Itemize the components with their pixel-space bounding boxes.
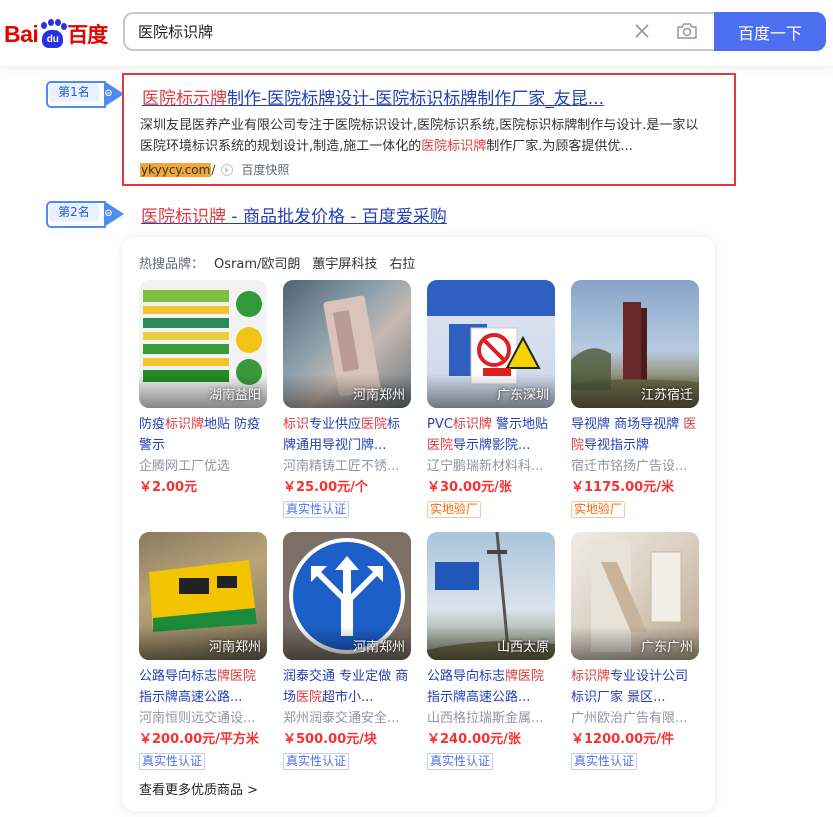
product-name[interactable]: 润泰交通 专业定做 商场医院超市小... [283,666,411,708]
search-button[interactable]: 百度一下 [714,12,826,51]
product-name[interactable]: 标识牌专业设计公司 标识厂家 景区... [571,666,699,708]
product-item[interactable]: 山西太原 公路导向标志牌医院指示牌高速公路... 山西格拉瑞斯金属... ￥24… [427,532,555,770]
product-name[interactable]: 导视牌 商场导视牌 医院导视指示牌 [571,414,699,456]
product-price: ￥1200.00元/件 [571,732,674,747]
result-title-link[interactable]: 医院标识牌 - 商品批发价格 - 百度爱采购 [141,202,447,227]
verify-badge: 真实性认证 [283,753,350,770]
product-item[interactable]: 江苏宿迁 导视牌 商场导视牌 医院导视指示牌 宿迁市铭扬广告设... ￥1175… [571,280,699,518]
product-price: ￥1175.00元/米 [571,480,674,495]
search-header: Bai du 百度 百度一下 [0,0,833,66]
product-price: ￥200.00元/平方米 [139,732,259,747]
product-shop: 河南恒则远交通设... [139,711,256,726]
rank-badge-2: 第2名 ⊝ [46,201,124,228]
hot-brands: 热搜品牌： Osram/欧司朗 蕙宇屏科技 右拉 [139,257,416,272]
baidu-logo[interactable]: Bai du 百度 [4,14,108,54]
brand-link[interactable]: 蕙宇屏科技 [312,257,377,272]
kuaizhao-icon [221,163,234,176]
product-item[interactable]: 河南郑州 公路导向标志牌医院指示牌高速公路... 河南恒则远交通设... ￥20… [139,532,267,770]
factory-badge: 实地验厂 [427,501,482,518]
result-abstract: 深圳友昆医养产业有限公司专注于医院标识设计,医院标识系统,医院标识标牌制作与设计… [140,118,699,154]
rank-label: 第2名 [49,203,99,222]
product-name[interactable]: 标识专业供应医院标牌通用导视门牌... [283,414,411,456]
clear-icon[interactable] [633,22,651,40]
product-shop: 广州欧治广告有限... [571,711,688,726]
product-name[interactable]: PVC标识牌 警示地贴 医院导示牌影院... [427,414,555,456]
product-shop: 企腾网工厂优选 [139,459,231,474]
paw-icon: du [39,19,68,49]
product-item[interactable]: 广东广州 标识牌专业设计公司 标识厂家 景区... 广州欧治广告有限... ￥1… [571,532,699,770]
search-box [123,12,715,51]
product-shop: 宿迁市铭扬广告设... [571,459,688,474]
search-input[interactable] [138,14,618,49]
factory-badge: 实地验厂 [571,501,626,518]
product-image[interactable]: 广东广州 [571,532,699,660]
verify-badge: 真实性认证 [571,753,638,770]
product-image[interactable]: 江苏宿迁 [571,280,699,408]
product-image[interactable]: 河南郑州 [283,532,411,660]
product-shop: 河南精铸工匠不锈... [283,459,400,474]
product-shop: 辽宁鹏瑞新材料科... [427,459,544,474]
product-item[interactable]: 河南郑州 润泰交通 专业定做 商场医院超市小... 郑州润泰交通安全... ￥5… [283,532,411,770]
product-image[interactable]: 河南郑州 [139,532,267,660]
rank-label: 第1名 [49,83,99,102]
logo-bai-text: Bai [4,20,39,47]
product-name[interactable]: 公路导向标志牌医院指示牌高速公路... [139,666,267,708]
link-icon: ⊝ [104,208,113,219]
result-title-link[interactable]: 医院标示牌制作-医院标牌设计-医院标识标牌制作厂家_友昆... [142,84,604,109]
verify-badge: 真实性认证 [427,753,494,770]
link-icon: ⊝ [104,88,113,99]
product-image[interactable]: 湖南益阳 [139,280,267,408]
product-name[interactable]: 公路导向标志牌医院指示牌高速公路... [427,666,555,708]
product-price: ￥2.00元 [139,480,198,495]
verify-badge: 真实性认证 [139,753,206,770]
product-shop: 郑州润泰交通安全... [283,711,400,726]
product-image[interactable]: 山西太原 [427,532,555,660]
product-card: 热搜品牌： Osram/欧司朗 蕙宇屏科技 右拉 湖南益阳 防疫标识牌地贴 防疫警示 … [122,237,715,811]
result-url[interactable]: ykyycy.com [140,162,212,177]
rank-badge-1: 第1名 ⊝ [46,81,124,108]
product-price: ￥25.00元/个 [283,480,368,495]
product-shop: 山西格拉瑞斯金属... [427,711,544,726]
product-price: ￥30.00元/张 [427,480,512,495]
product-price: ￥500.00元/块 [283,732,377,747]
brand-link[interactable]: 右拉 [389,257,415,272]
product-name[interactable]: 防疫标识牌地贴 防疫警示 [139,414,267,456]
brand-link[interactable]: Osram/欧司朗 [214,257,300,272]
more-products-link[interactable]: 查看更多优质商品 > [139,779,258,798]
verify-badge: 真实性认证 [283,501,350,518]
product-item[interactable]: 河南郑州 标识专业供应医院标牌通用导视门牌... 河南精铸工匠不锈... ￥25… [283,280,411,518]
product-item[interactable]: 湖南益阳 防疫标识牌地贴 防疫警示 企腾网工厂优选 ￥2.00元 [139,280,267,498]
logo-baidu-text: 百度 [67,23,108,47]
camera-icon[interactable] [676,21,698,41]
search-result-1: 医院标示牌制作-医院标牌设计-医院标识标牌制作厂家_友昆... 深圳友昆医养产业… [122,73,736,186]
product-image[interactable]: 河南郑州 [283,280,411,408]
product-item[interactable]: 广东深圳 PVC标识牌 警示地贴 医院导示牌影院... 辽宁鹏瑞新材料科... … [427,280,555,518]
result-meta: ykyycy.com / 百度快照 [140,161,290,178]
product-price: ￥240.00元/张 [427,732,521,747]
product-image[interactable]: 广东深圳 [427,280,555,408]
kuaizhao-link[interactable]: 百度快照 [241,161,289,178]
